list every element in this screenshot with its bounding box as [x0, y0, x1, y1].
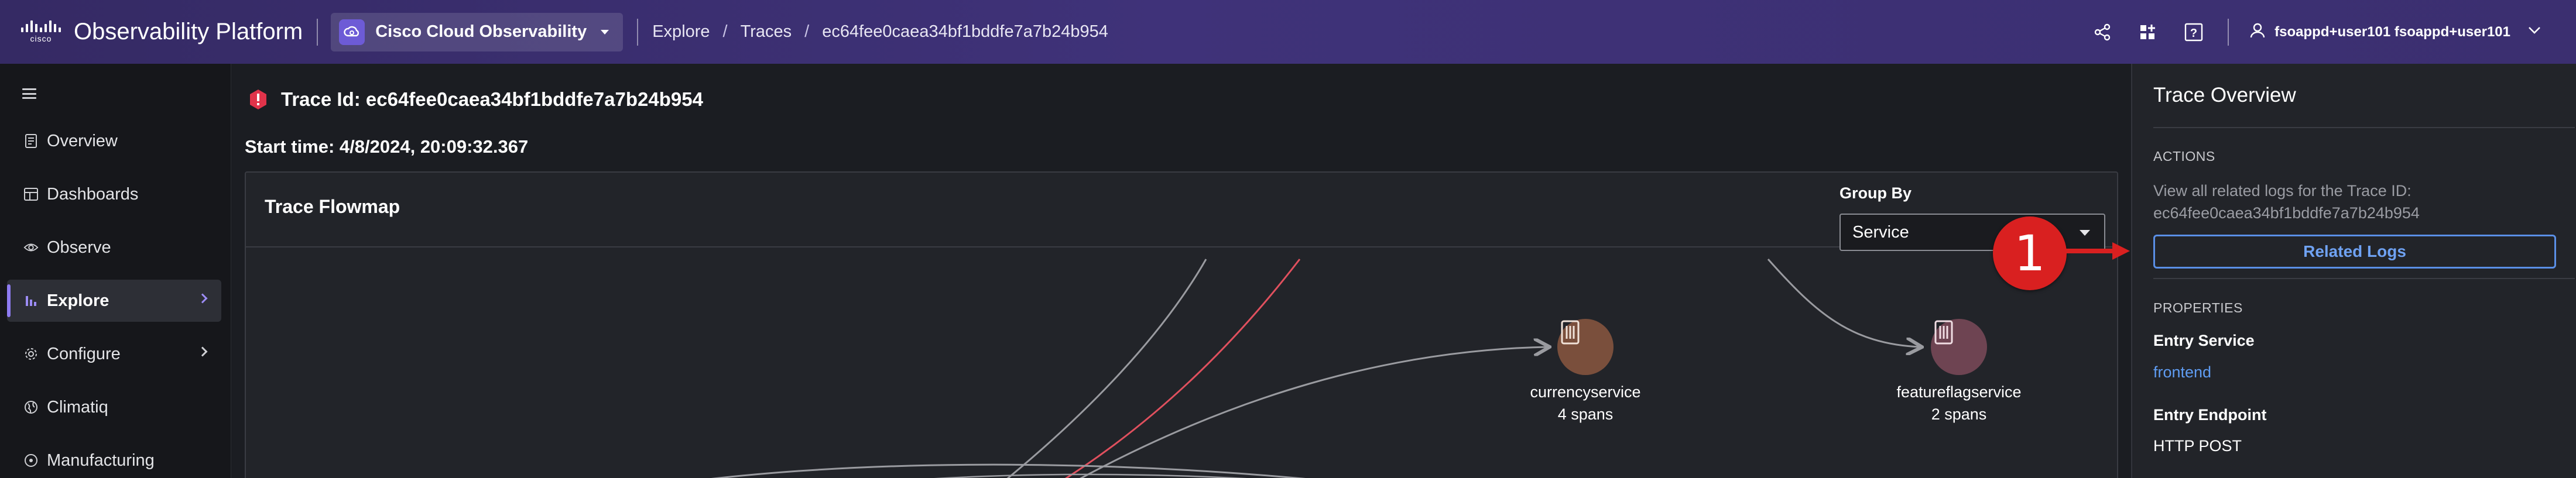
cisco-logo: cisco	[20, 18, 62, 46]
divider	[637, 18, 639, 46]
app-title: Observability Platform	[74, 19, 303, 44]
trace-id-title: Trace Id: ec64fee0caea34bf1bddfe7a7b24b9…	[281, 88, 703, 110]
chevron-down-icon	[601, 29, 609, 35]
flow-edge	[934, 473, 1246, 478]
trace-overview-panel: Trace Overview ACTIONS View all related …	[2131, 64, 2576, 478]
sidebar-item-climatiq[interactable]: Climatiq	[7, 386, 221, 428]
trace-flowmap-card: Trace Flowmap Group By Service currencys…	[245, 171, 2118, 478]
eye-icon	[23, 240, 39, 255]
entry-service-link[interactable]: frontend	[2153, 363, 2211, 381]
brand[interactable]: cisco Observability Platform	[20, 18, 303, 46]
node-spans: 2 spans	[1931, 405, 1987, 423]
flow-edge-error	[1064, 259, 1301, 478]
error-icon	[247, 88, 269, 111]
help-icon[interactable]: ?	[2180, 18, 2208, 46]
sidebar-item-label: Overview	[47, 131, 118, 150]
main-content: Trace Id: ec64fee0caea34bf1bddfe7a7b24b9…	[232, 64, 2131, 478]
cisco-logo-text: cisco	[30, 34, 52, 43]
chevron-down-icon	[2528, 26, 2541, 37]
manufacturing-icon	[23, 453, 39, 468]
dashboards-icon	[23, 187, 39, 202]
sidebar-item-manufacturing[interactable]: Manufacturing	[7, 439, 221, 478]
top-navigation-bar: cisco Observability Platform Cisco Cloud…	[0, 0, 2576, 64]
flow-edge	[1006, 259, 1207, 478]
panel-title: Trace Overview	[2153, 84, 2296, 106]
group-by-label: Group By	[1839, 184, 1912, 202]
breadcrumb-trace-id: ec64fee0caea34bf1bddfe7a7b24b954	[822, 22, 1108, 41]
sidebar-item-observe[interactable]: Observe	[7, 226, 221, 269]
tenant-selector[interactable]: Cisco Cloud Observability	[331, 12, 624, 51]
chevron-right-icon	[197, 346, 208, 357]
breadcrumb-separator: /	[722, 22, 728, 41]
chevron-right-icon	[197, 293, 208, 304]
service-icon	[1931, 319, 1987, 375]
flowmap-header: Trace Flowmap Group By Service	[246, 173, 2117, 251]
sidebar: Overview Dashboards Observe Explore Conf…	[0, 64, 231, 478]
overview-icon	[23, 133, 39, 149]
actions-description: View all related logs for the Trace ID: …	[2153, 180, 2534, 224]
flow-edge	[1767, 259, 1920, 347]
user-name: fsoappd+user101 fsoappd+user101	[2274, 23, 2510, 40]
flow-edge	[1080, 347, 1548, 478]
gear-icon	[23, 346, 39, 362]
header-actions: ? fsoappd+user101 fsoappd+user101	[2071, 0, 2541, 64]
entry-service-label: Entry Service	[2153, 332, 2255, 349]
group-by-value: Service	[1852, 222, 1909, 242]
sidebar-item-label: Configure	[47, 344, 121, 363]
add-widget-icon[interactable]	[2134, 18, 2162, 46]
sidebar-item-explore[interactable]: Explore	[7, 280, 221, 322]
chevron-down-icon	[2080, 230, 2090, 236]
node-spans: 4 spans	[1557, 405, 1614, 423]
flowmap-canvas[interactable]: currencyservice 4 spans featureflagservi…	[246, 247, 2117, 478]
sidebar-item-label: Explore	[47, 291, 109, 310]
user-menu[interactable]: fsoappd+user101 fsoappd+user101	[2249, 22, 2541, 42]
globe-icon	[23, 400, 39, 415]
actions-section-label: ACTIONS	[2153, 149, 2215, 164]
start-time: Start time: 4/8/2024, 20:09:32.367	[245, 136, 529, 157]
explore-icon	[23, 293, 39, 308]
actions-description-trace-id: ec64fee0caea34bf1bddfe7a7b24b954	[2153, 204, 2420, 222]
node-name: featureflagservice	[1896, 383, 2022, 401]
divider	[317, 18, 318, 46]
sidebar-item-dashboards[interactable]: Dashboards	[7, 173, 221, 215]
flowmap-edges	[711, 259, 2117, 478]
divider	[2153, 127, 2575, 128]
annotation-arrow	[2065, 242, 2130, 260]
share-icon[interactable]	[2088, 18, 2116, 46]
entry-endpoint-label: Entry Endpoint	[2153, 406, 2267, 424]
breadcrumb-explore[interactable]: Explore	[652, 22, 710, 42]
sidebar-item-label: Dashboards	[47, 184, 139, 204]
entry-endpoint-value: HTTP POST	[2153, 437, 2242, 455]
service-icon	[1557, 319, 1614, 375]
sidebar-item-label: Observe	[47, 238, 111, 257]
properties-section-label: PROPERTIES	[2153, 300, 2243, 315]
related-logs-button[interactable]: Related Logs	[2153, 235, 2556, 269]
flowmap-title: Trace Flowmap	[265, 196, 400, 217]
breadcrumb-traces[interactable]: Traces	[741, 22, 792, 42]
divider	[2228, 18, 2229, 46]
menu-icon[interactable]	[22, 88, 36, 99]
cloud-icon	[339, 19, 365, 45]
breadcrumb: Explore / Traces / ec64fee0caea34bf1bddf…	[652, 22, 1108, 42]
trace-header: Trace Id: ec64fee0caea34bf1bddfe7a7b24b9…	[247, 88, 703, 111]
sidebar-item-label: Climatiq	[47, 397, 108, 417]
sidebar-item-label: Manufacturing	[47, 451, 155, 470]
annotation-marker: 1	[1993, 216, 2067, 290]
breadcrumb-separator: /	[804, 22, 810, 41]
sidebar-item-overview[interactable]: Overview	[7, 120, 221, 162]
user-icon	[2249, 22, 2266, 42]
svg-text:?: ?	[2190, 27, 2197, 40]
sidebar-item-configure[interactable]: Configure	[7, 333, 221, 375]
node-name: currencyservice	[1530, 383, 1641, 401]
actions-description-line: View all related logs for the Trace ID:	[2153, 182, 2411, 200]
divider	[2153, 278, 2575, 279]
tenant-name: Cisco Cloud Observability	[375, 22, 587, 41]
